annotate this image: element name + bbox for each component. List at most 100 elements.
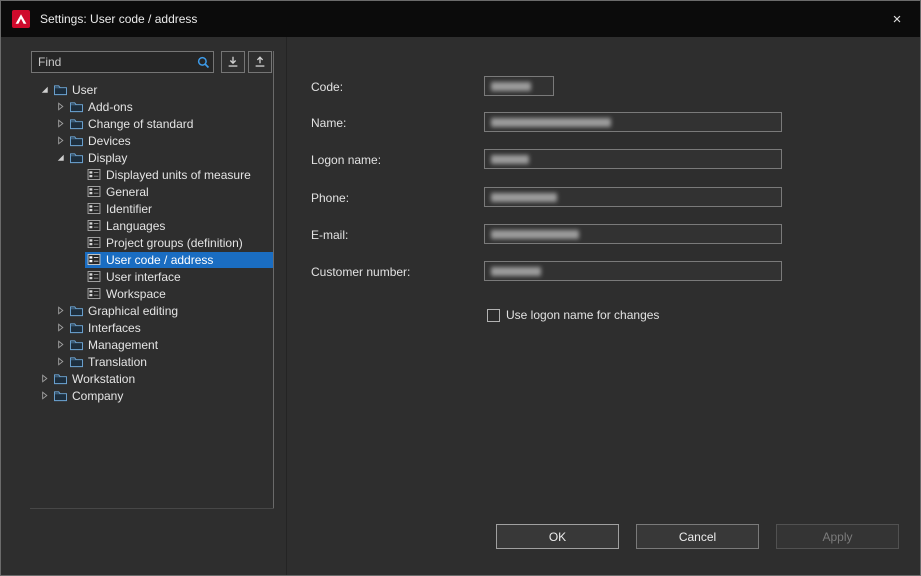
- customer-number-label: Customer number:: [311, 265, 410, 279]
- close-button[interactable]: ×: [874, 1, 920, 37]
- phone-label: Phone:: [311, 191, 349, 205]
- folder-icon: [69, 101, 84, 113]
- tree-item-workstation[interactable]: Workstation: [31, 370, 273, 387]
- settings-grid-icon: [87, 186, 102, 198]
- tree-item-general[interactable]: General: [31, 183, 273, 200]
- folder-icon: [69, 152, 84, 164]
- email-field[interactable]: [484, 224, 782, 244]
- tree-item-change-of-standard[interactable]: Change of standard: [31, 115, 273, 132]
- expander-collapsed-icon[interactable]: [53, 134, 67, 148]
- search-box[interactable]: [31, 51, 214, 73]
- titlebar[interactable]: Settings: User code / address ×: [1, 1, 920, 37]
- use-logon-name-checkbox-label: Use logon name for changes: [506, 308, 659, 322]
- folder-icon: [53, 84, 68, 96]
- tree-item-label: Devices: [88, 134, 131, 148]
- redacted-value: [491, 193, 557, 202]
- export-settings-button[interactable]: [248, 51, 272, 73]
- redacted-value: [491, 267, 541, 276]
- settings-grid-icon: [87, 271, 102, 283]
- tree-item-label: Workstation: [72, 372, 135, 386]
- tree-item-label: Management: [88, 338, 158, 352]
- settings-grid-icon: [87, 237, 102, 249]
- apply-button[interactable]: Apply: [776, 524, 899, 549]
- search-icon[interactable]: [193, 53, 213, 71]
- tree-item-label: Interfaces: [88, 321, 141, 335]
- tree-item-management[interactable]: Management: [31, 336, 273, 353]
- tree-item-label: User interface: [106, 270, 181, 284]
- expander-collapsed-icon[interactable]: [53, 304, 67, 318]
- redacted-value: [491, 82, 531, 91]
- folder-icon: [69, 356, 84, 368]
- tree-item-languages[interactable]: Languages: [31, 217, 273, 234]
- arrow-up-tray-icon: [253, 55, 267, 69]
- panel-divider: [286, 37, 287, 576]
- tree-item-add-ons[interactable]: Add-ons: [31, 98, 273, 115]
- code-field[interactable]: [484, 76, 554, 96]
- tree-item-label: Translation: [88, 355, 147, 369]
- settings-grid-icon: [87, 220, 102, 232]
- folder-icon: [69, 322, 84, 334]
- tree-item-label: User code / address: [106, 253, 213, 267]
- phone-field[interactable]: [484, 187, 782, 207]
- import-settings-button[interactable]: [221, 51, 245, 73]
- tree-item-project-groups-definition[interactable]: Project groups (definition): [31, 234, 273, 251]
- tree-item-user-interface[interactable]: User interface: [31, 268, 273, 285]
- folder-icon: [53, 390, 68, 402]
- tree-item-company[interactable]: Company: [31, 387, 273, 404]
- folder-icon: [69, 305, 84, 317]
- tree-item-displayed-units-of-measure[interactable]: Displayed units of measure: [31, 166, 273, 183]
- tree-item-graphical-editing[interactable]: Graphical editing: [31, 302, 273, 319]
- tree-item-label: Display: [88, 151, 127, 165]
- tree-item-label: General: [106, 185, 149, 199]
- tree-item-user-code-address[interactable]: User code / address: [31, 251, 273, 268]
- expander-collapsed-icon[interactable]: [53, 355, 67, 369]
- settings-grid-icon: [87, 288, 102, 300]
- tree-panel-border: [273, 51, 274, 509]
- name-field[interactable]: [484, 112, 782, 132]
- tree-item-label: Company: [72, 389, 123, 403]
- name-label: Name:: [311, 116, 346, 130]
- app-logo-icon: [12, 10, 30, 28]
- settings-grid-icon: [87, 169, 102, 181]
- tree-item-label: Languages: [106, 219, 165, 233]
- tree-item-label: User: [72, 83, 97, 97]
- redacted-value: [491, 230, 579, 239]
- tree-item-label: Displayed units of measure: [106, 168, 251, 182]
- tree-item-display[interactable]: Display: [31, 149, 273, 166]
- folder-icon: [53, 373, 68, 385]
- tree-item-devices[interactable]: Devices: [31, 132, 273, 149]
- tree-item-label: Change of standard: [88, 117, 193, 131]
- logon-name-label: Logon name:: [311, 153, 381, 167]
- tree-item-interfaces[interactable]: Interfaces: [31, 319, 273, 336]
- tree-item-label: Graphical editing: [88, 304, 178, 318]
- use-logon-name-checkbox[interactable]: [487, 309, 500, 322]
- settings-dialog: Settings: User code / address ×: [0, 0, 921, 576]
- tree-item-user[interactable]: User: [31, 81, 273, 98]
- customer-number-field[interactable]: [484, 261, 782, 281]
- expander-collapsed-icon[interactable]: [53, 100, 67, 114]
- tree-item-identifier[interactable]: Identifier: [31, 200, 273, 217]
- email-label: E-mail:: [311, 228, 348, 242]
- expander-collapsed-icon[interactable]: [53, 338, 67, 352]
- tree-item-label: Add-ons: [88, 100, 133, 114]
- search-input[interactable]: [32, 55, 193, 69]
- expander-collapsed-icon[interactable]: [37, 389, 51, 403]
- window-title: Settings: User code / address: [40, 12, 197, 26]
- cancel-button[interactable]: Cancel: [636, 524, 759, 549]
- logon-name-field[interactable]: [484, 149, 782, 169]
- tree-item-translation[interactable]: Translation: [31, 353, 273, 370]
- arrow-down-tray-icon: [226, 55, 240, 69]
- expander-collapsed-icon[interactable]: [37, 372, 51, 386]
- tree-panel-bottom-border: [30, 508, 274, 509]
- expander-expanded-icon[interactable]: [53, 151, 67, 165]
- code-label: Code:: [311, 80, 343, 94]
- settings-tree[interactable]: User Add-ons Change of standard Devices: [31, 81, 273, 507]
- settings-grid-icon: [87, 254, 102, 266]
- expander-collapsed-icon[interactable]: [53, 117, 67, 131]
- ok-button[interactable]: OK: [496, 524, 619, 549]
- expander-expanded-icon[interactable]: [37, 83, 51, 97]
- folder-icon: [69, 118, 84, 130]
- tree-item-label: Workspace: [106, 287, 166, 301]
- tree-item-workspace[interactable]: Workspace: [31, 285, 273, 302]
- expander-collapsed-icon[interactable]: [53, 321, 67, 335]
